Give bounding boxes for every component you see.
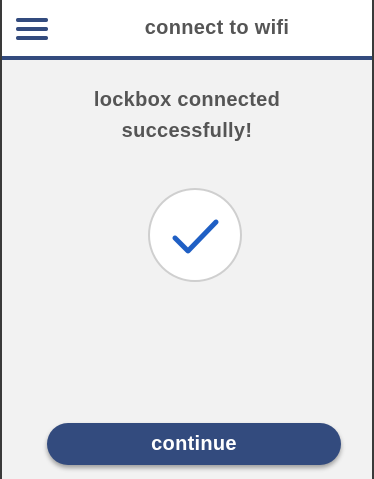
app-header: connect to wifi (2, 0, 372, 60)
page-title: connect to wifi (144, 17, 290, 39)
menu-bar (16, 36, 48, 40)
checkmark-icon (172, 219, 219, 254)
menu-bar (16, 27, 48, 31)
continue-button[interactable]: continue (47, 423, 341, 465)
success-message-line1: lockbox connected (93, 89, 281, 111)
success-status-circle (148, 188, 242, 282)
hamburger-menu-icon[interactable] (16, 16, 48, 44)
screen: connect to wifi lockbox connected succes… (0, 0, 374, 479)
menu-bar (16, 18, 48, 22)
success-message: lockbox connected successfully! (2, 85, 372, 147)
success-message-line2: successfully! (121, 120, 253, 142)
